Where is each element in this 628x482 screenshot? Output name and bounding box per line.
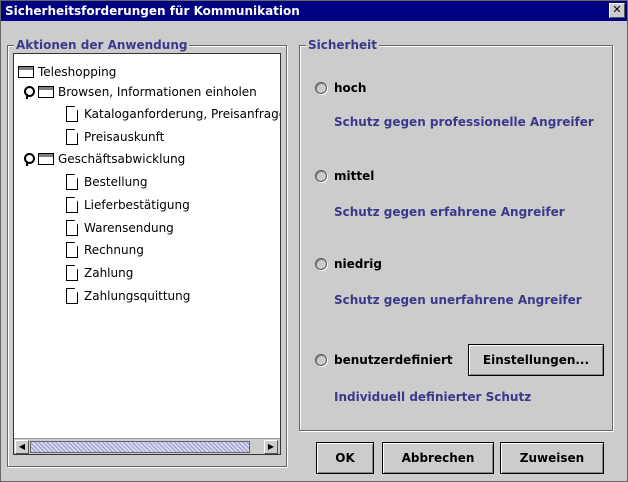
- close-button[interactable]: ✕: [609, 3, 625, 18]
- tree-item-label: Rechnung: [84, 243, 144, 257]
- radio-niedrig[interactable]: [315, 258, 327, 270]
- radio-label-mittel[interactable]: mittel: [334, 169, 374, 183]
- tree-item-teleshopping[interactable]: Teleshopping: [18, 62, 116, 82]
- radio-mittel[interactable]: [315, 170, 327, 182]
- tree-item-zahlung[interactable]: Zahlung: [66, 263, 133, 283]
- desc-benutzerdefiniert: Individuell definierter Schutz: [334, 390, 532, 404]
- assign-button[interactable]: Zuweisen: [500, 442, 604, 474]
- tree-item-zahlungsquittung[interactable]: Zahlungsquittung: [66, 286, 190, 306]
- folder-icon: [18, 66, 34, 78]
- tree-item-preisauskunft[interactable]: Preisauskunft: [66, 127, 164, 147]
- tree-item-label: Warensendung: [84, 221, 174, 235]
- tree-item-kataloganforderung[interactable]: Kataloganforderung, Preisanfrage: [66, 104, 281, 124]
- tree-item-label: Kataloganforderung, Preisanfrage: [84, 107, 281, 121]
- radio-label-hoch[interactable]: hoch: [334, 81, 366, 95]
- radio-label-niedrig[interactable]: niedrig: [334, 257, 382, 271]
- title-bar[interactable]: Sicherheitsforderungen für Kommunikation…: [1, 1, 627, 21]
- desc-hoch: Schutz gegen professionelle Angreifer: [334, 115, 594, 129]
- document-icon: [66, 197, 78, 213]
- cancel-button[interactable]: Abbrechen: [382, 442, 494, 474]
- document-icon: [66, 129, 78, 145]
- expander-icon[interactable]: [22, 85, 35, 99]
- tree-item-warensendung[interactable]: Warensendung: [66, 218, 174, 238]
- desc-mittel: Schutz gegen erfahrene Angreifer: [334, 205, 565, 219]
- tree-item-label: Geschäftsabwicklung: [58, 152, 186, 166]
- document-icon: [66, 265, 78, 281]
- tree-item-label: Lieferbestätigung: [84, 198, 190, 212]
- tree-item-label: Browsen, Informationen einholen: [58, 85, 257, 99]
- tree-item-label: Preisauskunft: [84, 130, 165, 144]
- action-tree[interactable]: Teleshopping Browsen, Informationen einh…: [13, 53, 281, 455]
- tree-item-bestellung[interactable]: Bestellung: [66, 172, 147, 192]
- tree-item-browsen[interactable]: Browsen, Informationen einholen: [22, 82, 257, 102]
- scroll-right-arrow-icon[interactable]: ▶: [264, 440, 278, 454]
- scroll-left-arrow-icon[interactable]: ◀: [15, 440, 29, 454]
- tree-item-label: Teleshopping: [38, 65, 117, 79]
- actions-group-title: Aktionen der Anwendung: [14, 38, 190, 52]
- desc-niedrig: Schutz gegen unerfahrene Angreifer: [334, 293, 582, 307]
- tree-item-lieferbestaetigung[interactable]: Lieferbestätigung: [66, 195, 190, 215]
- expander-icon[interactable]: [22, 152, 35, 166]
- scroll-thumb[interactable]: [30, 441, 250, 453]
- close-icon: ✕: [612, 3, 622, 16]
- folder-icon: [38, 153, 54, 165]
- radio-label-benutzerdefiniert[interactable]: benutzerdefiniert: [334, 353, 453, 367]
- window-title: Sicherheitsforderungen für Kommunikation: [5, 4, 300, 18]
- folder-icon: [38, 86, 54, 98]
- tree-item-label: Bestellung: [84, 175, 148, 189]
- security-group-title: Sicherheit: [306, 38, 379, 52]
- document-icon: [66, 220, 78, 236]
- document-icon: [66, 106, 78, 122]
- document-icon: [66, 242, 78, 258]
- radio-benutzerdefiniert[interactable]: [315, 354, 327, 366]
- ok-button[interactable]: OK: [316, 442, 374, 474]
- dialog-window: Sicherheitsforderungen für Kommunikation…: [0, 0, 628, 482]
- tree-item-rechnung[interactable]: Rechnung: [66, 240, 144, 260]
- tree-item-geschaeftsabwicklung[interactable]: Geschäftsabwicklung: [22, 149, 185, 169]
- radio-hoch[interactable]: [315, 82, 327, 94]
- tree-item-label: Zahlung: [84, 266, 134, 280]
- document-icon: [66, 174, 78, 190]
- document-icon: [66, 288, 78, 304]
- tree-item-label: Zahlungsquittung: [84, 289, 191, 303]
- horizontal-scrollbar[interactable]: ◀ ▶: [14, 438, 280, 454]
- settings-button[interactable]: Einstellungen...: [468, 344, 604, 376]
